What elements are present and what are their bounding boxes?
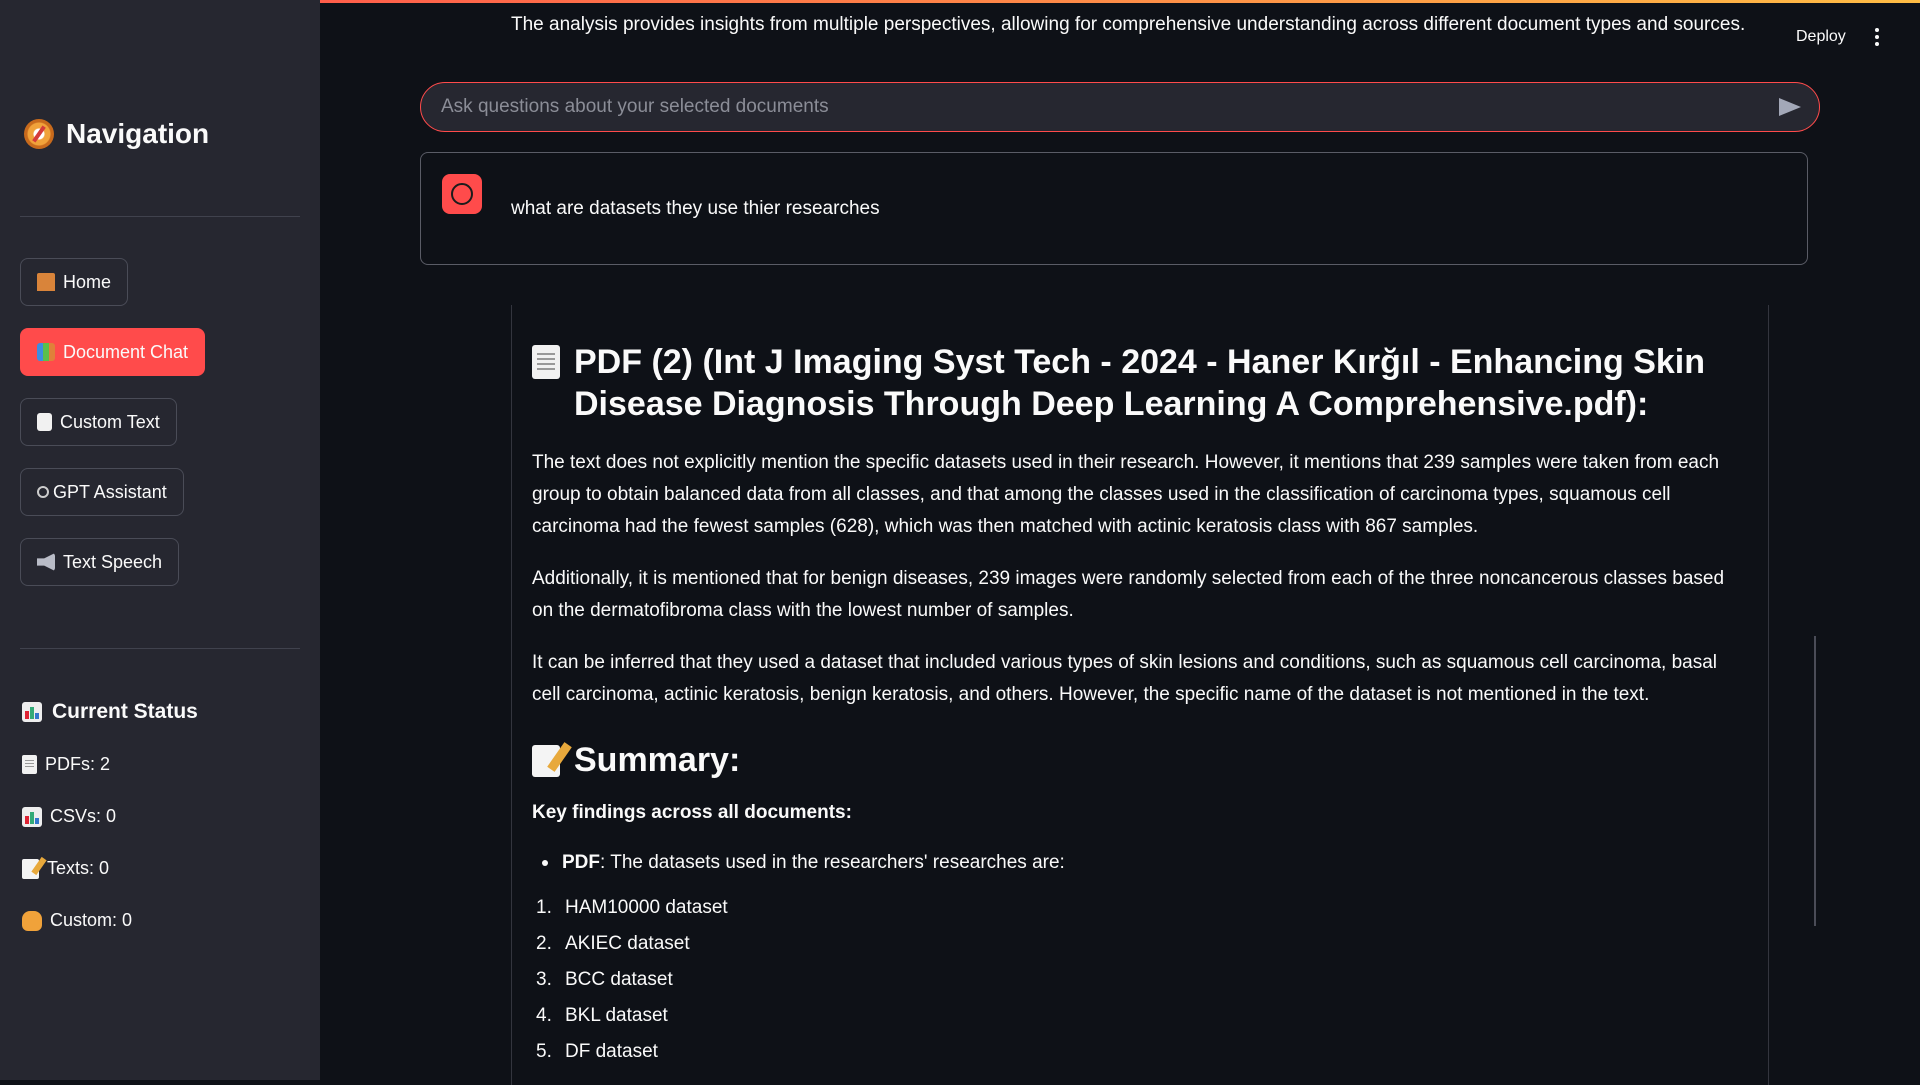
user-message-text: what are datasets they use thier researc…: [511, 198, 880, 219]
analysis-note: The analysis provides insights from mult…: [511, 14, 1746, 35]
user-message: what are datasets they use thier researc…: [420, 152, 1808, 265]
writing-hand-icon: [22, 910, 42, 931]
list-item: 2. AKIEC dataset: [536, 933, 690, 954]
chat-input[interactable]: [439, 95, 1779, 119]
status-pdfs: PDFs: 2: [22, 754, 110, 775]
document-icon: [532, 345, 560, 379]
dataset-list: 1. HAM10000 dataset 2. AKIEC dataset 3. BCC…: [532, 890, 1744, 1070]
chart-icon: [22, 806, 42, 827]
assistant-answer: PDF (2) (Int J Imaging Syst Tech - 2024 …: [511, 305, 1769, 1085]
sidebar-divider: [20, 648, 300, 649]
answer-paragraph: Additionally, it is mentioned that for b…: [532, 568, 1725, 621]
nav-document-chat-label: Document Chat: [63, 341, 189, 362]
sidebar-title-text: Navigation: [66, 118, 210, 149]
user-avatar-icon: [442, 174, 482, 214]
list-item: 3. BCC dataset: [536, 969, 673, 990]
list-item: 4. BKL dataset: [536, 1005, 668, 1026]
current-status-label: Current Status: [52, 700, 198, 723]
scrollbar[interactable]: [1814, 636, 1816, 926]
status-custom-label: Custom: 0: [50, 910, 133, 930]
memo-icon: [532, 744, 560, 777]
status-texts: Texts: 0: [22, 858, 109, 879]
document-icon: [22, 755, 37, 774]
nav-text-speech-label: Text Speech: [63, 551, 163, 572]
bullet-bold-text: PDF: [562, 852, 600, 873]
main-menu-icon[interactable]: [1874, 28, 1880, 48]
books-icon: [37, 343, 55, 361]
bullet-dot: [542, 860, 548, 866]
nav-custom-text-button[interactable]: Custom Text: [20, 398, 177, 446]
answer-paragraph: The text does not explicitly mention the…: [532, 452, 1720, 537]
summary-heading-text: Summary:: [574, 741, 741, 779]
nav-home-button[interactable]: Home: [20, 258, 129, 306]
memo-icon: [37, 413, 52, 431]
bullet-text: : The datasets used in the researchers' …: [600, 852, 1065, 873]
list-item: 5. DF dataset: [536, 1041, 658, 1062]
chat-input-container: [420, 82, 1820, 132]
document-title-text: PDF (2) (Int J Imaging Syst Tech - 2024 …: [574, 343, 1706, 423]
compass-icon: [24, 119, 54, 149]
memo-icon: [22, 858, 39, 879]
chart-icon: [22, 702, 42, 722]
deploy-button[interactable]: Deploy: [1796, 28, 1846, 46]
status-csvs-label: CSVs: 0: [50, 806, 117, 826]
sidebar-title: Navigation: [24, 118, 209, 150]
sidebar-divider: [20, 216, 300, 217]
status-texts-label: Texts: 0: [47, 858, 110, 878]
sidebar: Navigation Home Document Chat Custom Tex…: [0, 0, 320, 1080]
key-findings-label: Key findings across all documents:: [532, 802, 852, 823]
status-custom: Custom: 0: [22, 910, 132, 931]
answer-paragraph: It can be inferred that they used a data…: [532, 652, 1718, 705]
current-status-title: Current Status: [22, 700, 198, 724]
summary-heading: Summary:: [532, 741, 1744, 780]
house-icon: [37, 273, 55, 291]
status-csvs: CSVs: 0: [22, 806, 116, 827]
nav-custom-text-label: Custom Text: [60, 411, 160, 432]
send-icon[interactable]: [1779, 98, 1801, 116]
nav-text-speech-button[interactable]: Text Speech: [20, 538, 180, 586]
findings-bullet: PDF: The datasets used in the researcher…: [532, 852, 1744, 874]
speaker-icon: [37, 553, 55, 571]
list-item: 1. HAM10000 dataset: [536, 897, 728, 918]
nav-home-label: Home: [63, 271, 112, 292]
nav-document-chat-button[interactable]: Document Chat: [20, 328, 206, 376]
status-pdfs-label: PDFs: 2: [45, 754, 111, 774]
nav-gpt-assistant-label: GPT Assistant: [53, 481, 167, 502]
nav-gpt-assistant-button[interactable]: GPT Assistant: [20, 468, 184, 516]
document-title: PDF (2) (Int J Imaging Syst Tech - 2024 …: [532, 341, 1744, 425]
robot-icon: [37, 486, 49, 498]
